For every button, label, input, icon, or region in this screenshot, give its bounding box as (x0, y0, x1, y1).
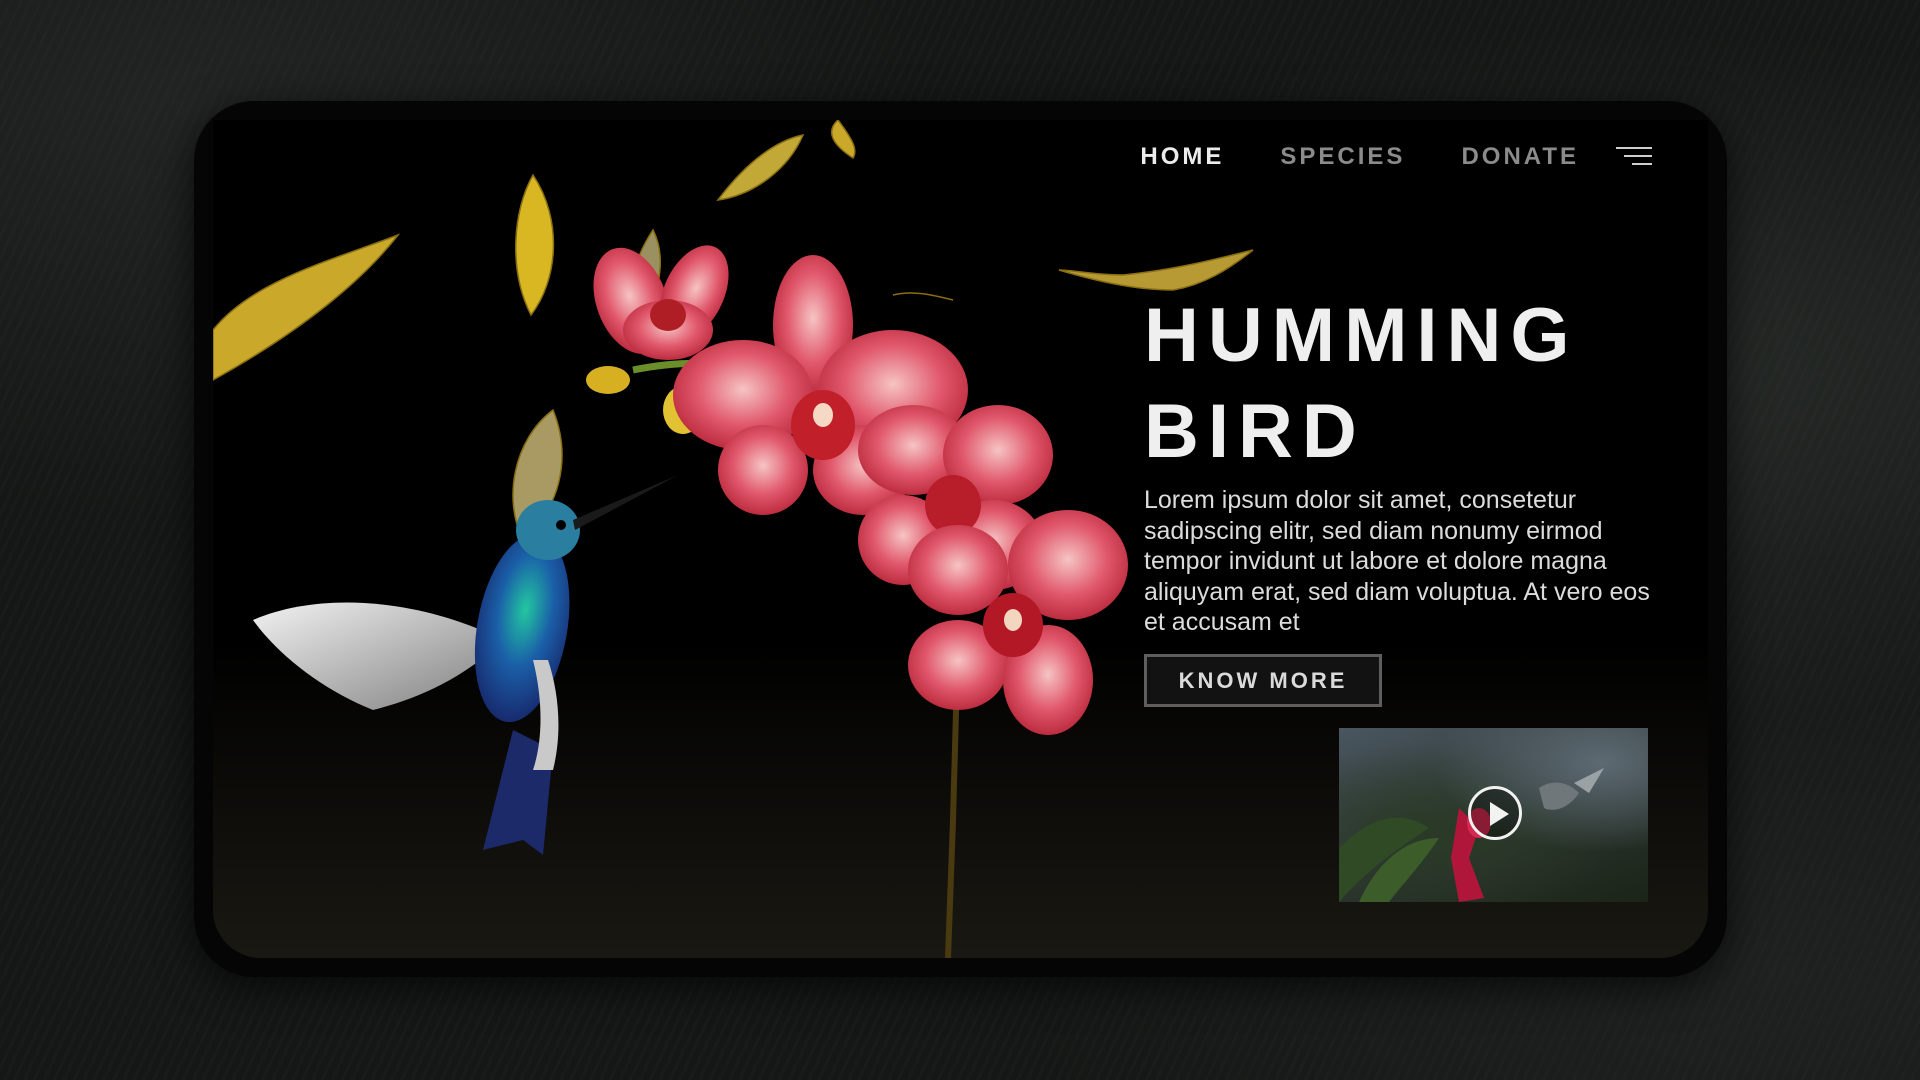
nav-home[interactable]: HOME (1140, 143, 1224, 171)
orchid-flowers (593, 245, 1128, 735)
device-frame: HOME SPECIES DONATE HUMMING BIRD Lorem i… (194, 101, 1727, 977)
hero-description: Lorem ipsum dolor sit amet, consetetur s… (1144, 486, 1650, 636)
landing-page: HOME SPECIES DONATE HUMMING BIRD Lorem i… (213, 120, 1708, 958)
hero-title: HUMMING BIRD (1144, 288, 1684, 480)
play-icon[interactable] (1468, 786, 1522, 840)
nav-donate[interactable]: DONATE (1461, 143, 1579, 171)
video-thumbnail[interactable] (1339, 728, 1648, 902)
top-navigation: HOME SPECIES DONATE (1084, 143, 1652, 171)
nav-species[interactable]: SPECIES (1280, 143, 1405, 171)
hero-title-line-2: BIRD (1144, 389, 1366, 474)
know-more-button[interactable]: KNOW MORE (1144, 654, 1382, 707)
hummingbird (253, 475, 678, 855)
hero-title-line-1: HUMMING (1144, 293, 1579, 378)
hamburger-menu-icon[interactable] (1616, 147, 1652, 167)
